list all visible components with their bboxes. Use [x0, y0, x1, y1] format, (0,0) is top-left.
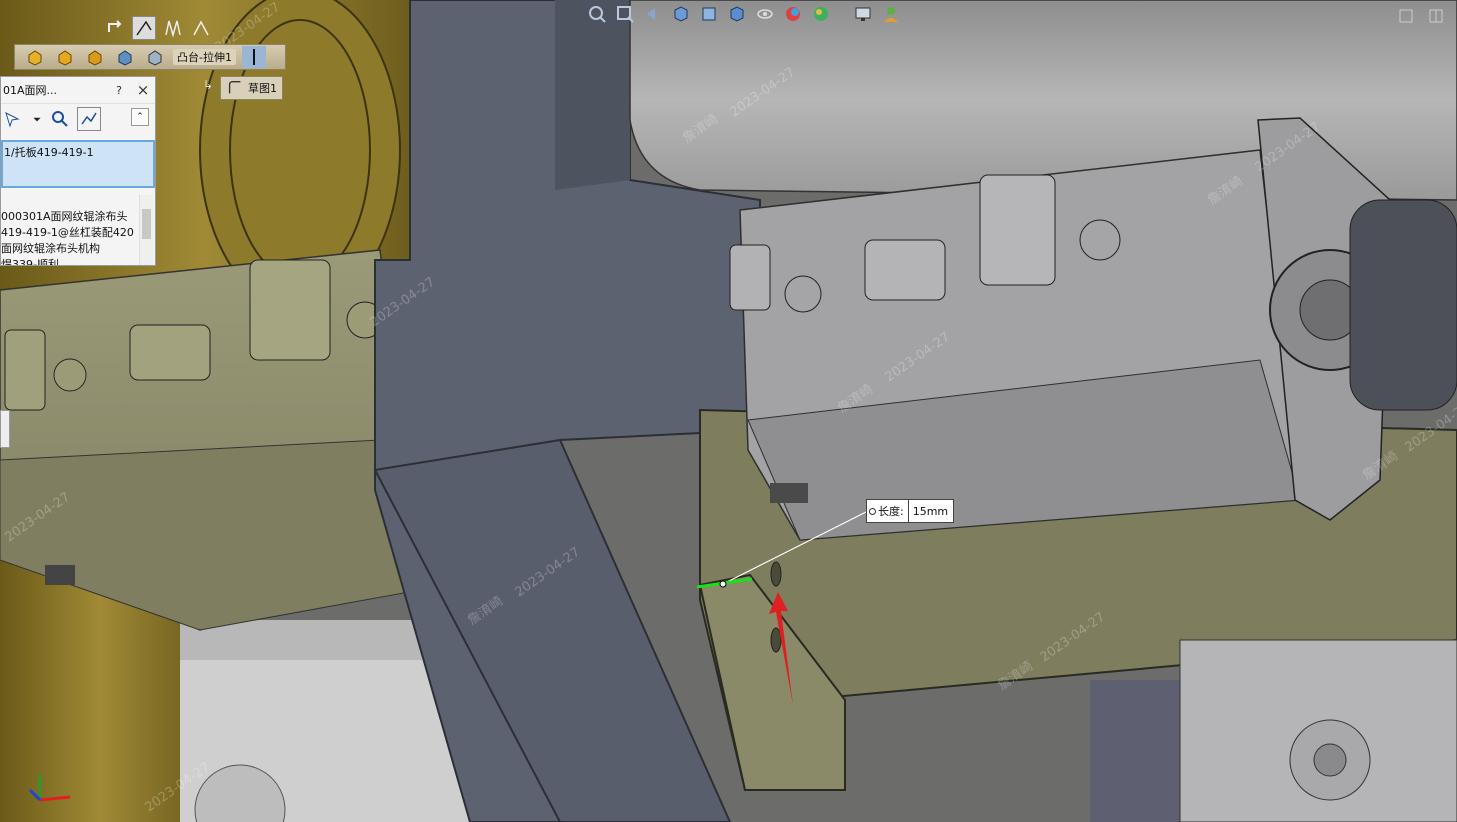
edit-appearance-icon[interactable] — [782, 3, 804, 25]
previous-view-icon[interactable] — [642, 3, 664, 25]
loft-icon[interactable] — [113, 46, 137, 68]
lower-flange-inner — [1313, 743, 1347, 777]
feature-context-toolbar: 凸台-拉伸1 — [14, 44, 286, 70]
close-button[interactable]: × — [131, 81, 155, 99]
line-tool-icon[interactable] — [132, 16, 156, 40]
help-button[interactable]: ? — [107, 84, 131, 97]
right-nut-b — [784, 275, 822, 313]
graphics-viewport[interactable] — [0, 0, 1457, 822]
display-style-icon[interactable] — [726, 3, 748, 25]
feature-name-label[interactable]: 凸台-拉伸1 — [173, 49, 236, 65]
centerline-icon[interactable] — [190, 17, 212, 39]
dropdown-caret-icon[interactable] — [31, 108, 43, 130]
list-item[interactable]: 419-419-1@丝杠装配420 — [1, 225, 137, 241]
select-arrow-icon[interactable] — [3, 108, 25, 130]
sketch-branch-icon: ↳ — [203, 78, 214, 92]
list-item[interactable]: 000301A面网纹辊涂布头 — [1, 209, 137, 225]
corner-rectangle-icon[interactable] — [162, 17, 184, 39]
extrude-icon[interactable] — [23, 46, 47, 68]
zoom-area-icon[interactable] — [614, 3, 636, 25]
list-item[interactable]: 面网纹辊涂布头机构 — [1, 241, 137, 257]
plate-hole-b — [770, 627, 782, 653]
hide-show-icon[interactable] — [754, 3, 776, 25]
sketch-rollback-bar-icon[interactable] — [241, 46, 266, 68]
dimension-point-icon — [869, 507, 876, 515]
list-scrollbar[interactable] — [139, 195, 153, 265]
cut-extrude-icon[interactable] — [143, 46, 167, 68]
left-connector-a — [129, 324, 211, 381]
lower-dark-strip — [1090, 680, 1180, 822]
panel-title: 01A面网... — [3, 84, 58, 97]
sketch-point[interactable] — [719, 580, 727, 588]
sketch-icon — [226, 79, 244, 97]
collapse-button[interactable]: ⌃ — [131, 108, 149, 126]
split-window-icon[interactable] — [1425, 5, 1447, 27]
list-item[interactable]: 焊339-顺利 — [1, 257, 137, 265]
right-nut-a — [1079, 219, 1121, 261]
graph-icon[interactable] — [77, 107, 101, 131]
shaft-dark-roller — [1349, 199, 1457, 411]
view-orientation-icon[interactable] — [698, 3, 720, 25]
dimension-label-text: 长度: — [878, 505, 904, 518]
dimension-label: 长度: — [867, 500, 909, 522]
right-connector-a — [864, 239, 946, 301]
right-connector-c — [729, 244, 771, 311]
realview-icon[interactable] — [880, 3, 902, 25]
zoom-to-fit-icon[interactable] — [586, 3, 608, 25]
restore-window-icon[interactable] — [1395, 5, 1417, 27]
section-view-icon[interactable] — [670, 3, 692, 25]
sweep-icon[interactable] — [83, 46, 107, 68]
window-controls — [1395, 5, 1447, 27]
left-nut-small — [53, 358, 87, 392]
view-settings-icon[interactable] — [852, 3, 874, 25]
component-list[interactable]: 000301A面网纹辊涂布头 419-419-1@丝杠装配420 面网纹辊涂布头… — [1, 209, 137, 265]
left-connector-c — [4, 329, 46, 411]
sketch-name-label: 草图1 — [248, 82, 277, 95]
sketch-chip[interactable]: 草图1 — [220, 76, 283, 100]
plate-hole-a — [770, 561, 782, 587]
heads-up-view-toolbar — [586, 3, 902, 25]
panel-header: 01A面网... ? × — [1, 77, 155, 104]
return-arrow-icon — [104, 17, 126, 39]
left-connector-b — [249, 259, 331, 361]
right-connector-b — [979, 174, 1056, 286]
scrollbar-thumb[interactable] — [142, 209, 151, 239]
property-manager-panel: 01A面网... ? × ⌃ 1/托板419-419-1 000301A面网纹辊… — [0, 76, 156, 266]
slate-bracket-shade — [555, 0, 630, 190]
sketch-tools-bar — [104, 16, 212, 40]
panel-flyout-tab[interactable] — [0, 410, 10, 448]
right-vent — [770, 483, 808, 503]
apply-scene-icon[interactable] — [810, 3, 832, 25]
selection-box[interactable]: 1/托板419-419-1 — [1, 140, 155, 188]
find-component-icon[interactable] — [49, 108, 71, 130]
revolve-icon[interactable] — [53, 46, 77, 68]
left-vent — [45, 565, 75, 585]
dimension-input[interactable]: 长度: 15mm — [866, 499, 954, 523]
dimension-value[interactable]: 15mm — [909, 505, 953, 518]
